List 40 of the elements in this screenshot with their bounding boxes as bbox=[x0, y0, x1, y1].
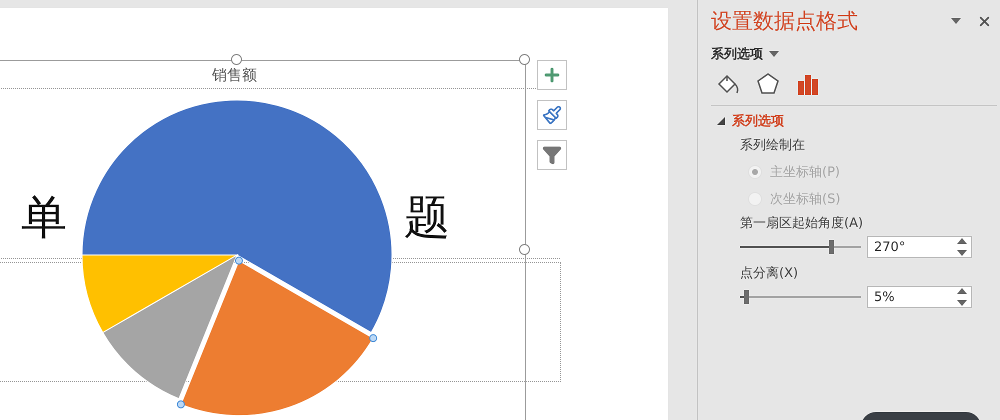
pie-slice[interactable] bbox=[102, 254, 238, 400]
caret-icon bbox=[951, 18, 961, 24]
paint-bucket-icon bbox=[716, 72, 740, 96]
resize-handle[interactable] bbox=[519, 54, 530, 65]
spinner-arrows-icon bbox=[957, 238, 967, 256]
slide-title-fragment: 单 bbox=[21, 189, 67, 245]
pie-slice[interactable] bbox=[180, 260, 374, 416]
chart-style-button[interactable] bbox=[537, 100, 567, 130]
spinner-arrows-icon bbox=[957, 288, 967, 306]
pentagon-icon bbox=[756, 72, 780, 96]
slider-thumb[interactable] bbox=[828, 240, 834, 254]
pie-slice[interactable] bbox=[82, 254, 238, 333]
selection-handle[interactable] bbox=[234, 256, 243, 265]
paintbrush-icon bbox=[542, 105, 562, 125]
caret-icon bbox=[769, 51, 779, 57]
format-tab[interactable] bbox=[755, 71, 781, 97]
slider-label: 点分离(X) bbox=[740, 265, 800, 282]
spin-field[interactable]: 5% bbox=[867, 286, 972, 308]
expand-triangle-icon[interactable] bbox=[717, 117, 725, 125]
slider-thumb[interactable] bbox=[744, 290, 750, 304]
selection-handle[interactable] bbox=[369, 334, 378, 342]
spin-field[interactable]: 270° bbox=[867, 236, 972, 258]
plot-on-label: 系列绘制在 bbox=[740, 137, 806, 154]
chart-add-button[interactable] bbox=[537, 60, 567, 90]
options-dropdown[interactable]: 系列选项 bbox=[711, 45, 779, 63]
slide-title-fragment: 题 bbox=[404, 189, 450, 245]
filter-icon bbox=[542, 145, 562, 165]
radio-label: 次坐标轴(S) bbox=[770, 191, 840, 208]
bar-chart-icon bbox=[796, 72, 820, 96]
plus-icon bbox=[542, 65, 562, 85]
chart-filter-button[interactable] bbox=[537, 140, 567, 170]
radio-label: 主坐标轴(P) bbox=[770, 164, 840, 181]
resize-handle[interactable] bbox=[519, 244, 530, 255]
section-title: 系列选项 bbox=[732, 112, 784, 130]
panel-title: 设置数据点格式 bbox=[711, 8, 859, 35]
pie-slice[interactable] bbox=[82, 100, 392, 333]
chart-title: 销售额 bbox=[212, 66, 257, 85]
resize-handle[interactable] bbox=[231, 54, 242, 65]
slider-label: 第一扇区起始角度(A) bbox=[740, 215, 864, 232]
selection-handle[interactable] bbox=[176, 400, 185, 408]
